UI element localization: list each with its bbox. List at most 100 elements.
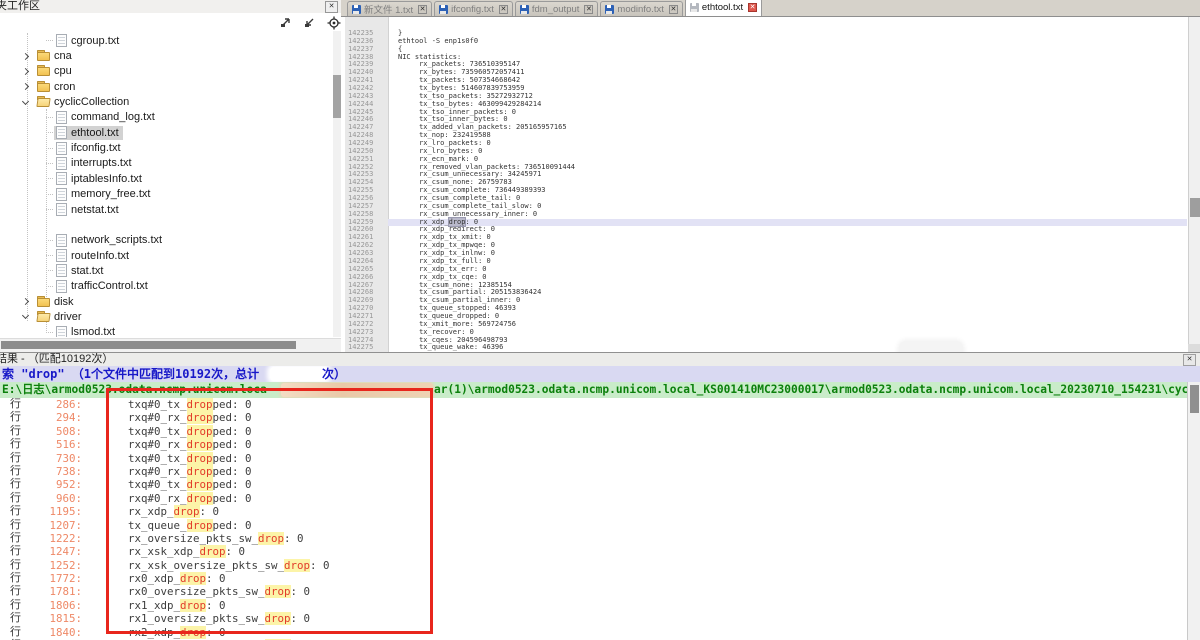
result-match-highlight: drop [174,505,200,518]
tree-item-lsmod.txt[interactable]: lsmod.txt [0,325,333,337]
tree-connector [46,194,53,195]
result-row[interactable]: 行294:rxq#0_rx_dropped: 0 [0,411,1187,424]
tab-ethtool.txt[interactable]: ethtool.txt✕ [685,0,762,16]
search-results-dock: 结果 - （匹配10192次） ✕ 索 "drop" （1个文件中匹配到1019… [0,352,1200,640]
chevron-right-icon[interactable] [22,298,29,305]
result-file-path-prefix: E:\日志\armod0523.odata.ncmp.unicom.loca [2,382,267,398]
result-row[interactable]: 行1252:rx_xsk_oversize_pkts_sw_drop: 0 [0,559,1187,572]
editor-line[interactable]: 142237{ [341,46,1187,54]
tree-item-cna[interactable]: cna [0,48,333,63]
editor-line-text: rx_csum_complete: 736449389393 [398,186,546,194]
result-row[interactable]: 行1806:rx1_xdp_drop: 0 [0,599,1187,612]
result-row[interactable]: 行1195:rx_xdp_drop: 0 [0,505,1187,518]
tab-close-icon[interactable]: ✕ [669,5,678,14]
editor-line-text: tx_queue_stopped: 46393 [398,304,516,312]
tree-item-command_log.txt[interactable]: command_log.txt [0,110,333,125]
editor-line[interactable]: 142236ethtool -S enp1s0f0 [341,38,1187,46]
chevron-right-icon[interactable] [22,52,29,59]
result-row[interactable]: 行1840:rx2_xdp_drop: 0 [0,626,1187,639]
chevron-down-icon[interactable] [22,312,29,319]
workspace-close-icon[interactable]: ✕ [325,1,338,13]
results-vertical-scrollbar-thumb[interactable] [1190,385,1199,413]
result-row[interactable]: 行738:rxq#0_rx_dropped: 0 [0,465,1187,478]
chevron-down-icon[interactable] [22,98,29,105]
tab-close-icon[interactable]: ✕ [499,5,508,14]
result-row[interactable]: 行730:txq#0_tx_dropped: 0 [0,452,1187,465]
editor-surface[interactable]: 142235}142236ethtool -S enp1s0f0142237{1… [341,17,1200,352]
result-row[interactable]: 行1781:rx0_oversize_pkts_sw_drop: 0 [0,585,1187,598]
result-row-label: 行 [10,559,21,572]
workspace-title: 夹工作区 [0,0,40,13]
workspace-titlebar: 夹工作区 ✕ [0,0,341,14]
results-close-icon[interactable]: ✕ [1183,354,1196,366]
tree-item-trafficControl.txt[interactable]: trafficControl.txt [0,279,333,294]
results-vertical-scrollbar[interactable] [1187,382,1200,640]
tree-connector [46,286,53,287]
editor-vertical-scrollbar[interactable] [1188,17,1200,352]
result-row[interactable]: 行960:rxq#0_rx_dropped: 0 [0,492,1187,505]
tree-item-interrupts.txt[interactable]: interrupts.txt [0,156,333,171]
tree-horizontal-scrollbar-thumb[interactable] [1,341,296,349]
result-row-label: 行 [10,545,21,558]
result-row[interactable]: 行1222:rx_oversize_pkts_sw_drop: 0 [0,532,1187,545]
tree-item-netstat.txt[interactable]: netstat.txt [0,202,333,217]
result-text: rx_xdp_drop: 0 [128,505,219,518]
search-summary-suffix: 次） [322,366,346,382]
tree-item-ifconfig.txt[interactable]: ifconfig.txt [0,140,333,155]
result-row[interactable]: 行952:txq#0_tx_dropped: 0 [0,478,1187,491]
chevron-right-icon[interactable] [22,83,29,90]
tree-item-network_scripts.txt[interactable]: network_scripts.txt [0,233,333,248]
tree-item-cyclicCollection[interactable]: cyclicCollection [0,94,333,109]
tab-close-icon[interactable]: ✕ [584,5,593,14]
tree-item-label: cyclicCollection [54,96,129,108]
tab-新文件 1.txt[interactable]: 新文件 1.txt✕ [347,1,432,16]
result-row-label: 行 [10,492,21,505]
tree-vertical-scrollbar-thumb[interactable] [333,75,341,118]
tree-item-driver[interactable]: driver [0,309,333,324]
tab-fdm_output[interactable]: fdm_output✕ [515,1,599,16]
result-row-label: 行 [10,398,21,411]
search-summary-line[interactable]: 索 "drop" （1个文件中匹配到10192次，总计 次） [0,366,1200,382]
tree-item-disk[interactable]: disk [0,294,333,309]
result-row[interactable]: 行1207:tx_queue_dropped: 0 [0,519,1187,532]
chevron-right-icon[interactable] [22,68,29,75]
result-line-number: 1772: [28,572,82,585]
tree-item-stat.txt[interactable]: stat.txt [0,263,333,278]
locate-file-icon[interactable] [327,16,341,29]
tree-item-cpu[interactable]: cpu [0,64,333,79]
result-file-path-line[interactable]: E:\日志\armod0523.odata.ncmp.unicom.loca a… [0,382,1187,398]
result-row[interactable]: 行1772:rx0_xdp_drop: 0 [0,572,1187,585]
editor-line-text: tx_added_vlan_packets: 205165957165 [398,123,567,131]
tab-modinfo.txt[interactable]: modinfo.txt✕ [600,1,682,16]
tree-item-routeInfo.txt[interactable]: routeInfo.txt [0,248,333,263]
editor-line-text: tx_tso_packets: 35272932712 [398,92,533,100]
tree-horizontal-scrollbar[interactable] [0,338,341,352]
result-row-label: 行 [10,505,21,518]
editor-line[interactable]: 142275 tx_queue_wake: 46396 [341,344,1187,352]
tab-close-icon[interactable]: ✕ [418,5,427,14]
tree-item-iptablesInfo.txt[interactable]: iptablesInfo.txt [0,171,333,186]
tree-item-label: trafficControl.txt [71,280,148,292]
collapse-all-icon[interactable] [303,16,317,29]
result-row[interactable]: 行516:rxq#0_rx_dropped: 0 [0,438,1187,451]
save-icon [439,5,448,14]
tree-item-memory_free.txt[interactable]: memory_free.txt [0,187,333,202]
tree-item-label: netstat.txt [71,204,119,216]
tree-item-label: lsmod.txt [71,326,115,337]
expand-all-icon[interactable] [279,16,293,29]
result-row[interactable]: 行508:txq#0_tx_dropped: 0 [0,425,1187,438]
result-row[interactable]: 行1815:rx1_oversize_pkts_sw_drop: 0 [0,612,1187,625]
tab-close-icon[interactable]: ✕ [748,3,757,12]
redaction-blur [899,341,963,352]
tree-vertical-scrollbar[interactable] [333,31,341,337]
tree-item-cron[interactable]: cron [0,79,333,94]
result-row[interactable]: 行1247:rx_xsk_xdp_drop: 0 [0,545,1187,558]
file-icon [56,126,67,139]
folder-icon [37,82,50,92]
tree-item-ethtool.txt[interactable]: ethtool.txt [0,125,333,140]
result-match-highlight: drop [180,572,206,585]
tab-ifconfig.txt[interactable]: ifconfig.txt✕ [434,1,513,16]
editor-vertical-scrollbar-thumb[interactable] [1190,198,1200,217]
tree-item-cgroup.txt[interactable]: cgroup.txt [0,33,333,48]
result-row[interactable]: 行286:txq#0_tx_dropped: 0 [0,398,1187,411]
